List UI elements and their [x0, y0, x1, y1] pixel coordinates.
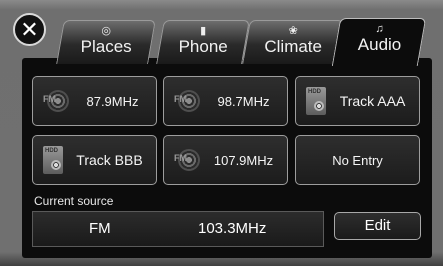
tab-label: Phone — [178, 37, 228, 56]
preset-label: Track BBB — [76, 152, 143, 168]
current-source-heading: Current source — [34, 194, 114, 208]
hdd-icon: HDD — [306, 87, 326, 115]
tab-label: Places — [80, 37, 132, 56]
tab-audio[interactable]: ♫ Audio — [331, 18, 427, 66]
fm-radio-icon: FM — [174, 149, 200, 171]
source-band: FM — [89, 220, 111, 237]
preset-label: Track AAA — [339, 93, 406, 109]
hdd-icon: HDD — [43, 146, 63, 174]
fm-radio-icon: FM — [43, 90, 69, 112]
tab-label: Climate — [264, 37, 322, 56]
preset-label: 98.7MHz — [217, 93, 270, 109]
edit-button[interactable]: Edit — [334, 212, 421, 240]
tab-phone[interactable]: ▮ Phone — [156, 20, 250, 64]
close-button[interactable]: ✕ — [13, 13, 46, 46]
preset-label: 107.9MHz — [213, 152, 274, 168]
preset-button-5[interactable]: FM 107.9MHz — [163, 135, 288, 185]
tab-label: Audio — [357, 35, 402, 54]
current-source-display: FM 103.3MHz — [32, 211, 324, 247]
preset-button-1[interactable]: FM 87.9MHz — [32, 76, 157, 126]
preset-button-4[interactable]: HDD Track BBB — [32, 135, 157, 185]
preset-label: No Entry — [332, 152, 383, 168]
preset-label: 87.9MHz — [86, 93, 139, 109]
music-note-icon: ♫ — [375, 23, 384, 35]
fan-icon: ❀ — [288, 25, 298, 37]
phone-icon: ▮ — [200, 25, 207, 37]
preset-button-6[interactable]: No Entry — [295, 135, 420, 185]
tab-bar: ◎ Places ▮ Phone ❀ Climate ♫ Audio — [22, 6, 432, 66]
source-frequency: 103.3MHz — [198, 220, 267, 237]
preset-button-3[interactable]: HDD Track AAA — [295, 76, 420, 126]
tab-places[interactable]: ◎ Places — [56, 20, 156, 64]
preset-button-2[interactable]: FM 98.7MHz — [163, 76, 288, 126]
fm-radio-icon: FM — [174, 90, 200, 112]
close-icon: ✕ — [20, 16, 39, 42]
compass-icon: ◎ — [101, 25, 111, 37]
tab-climate[interactable]: ❀ Climate — [242, 20, 344, 64]
